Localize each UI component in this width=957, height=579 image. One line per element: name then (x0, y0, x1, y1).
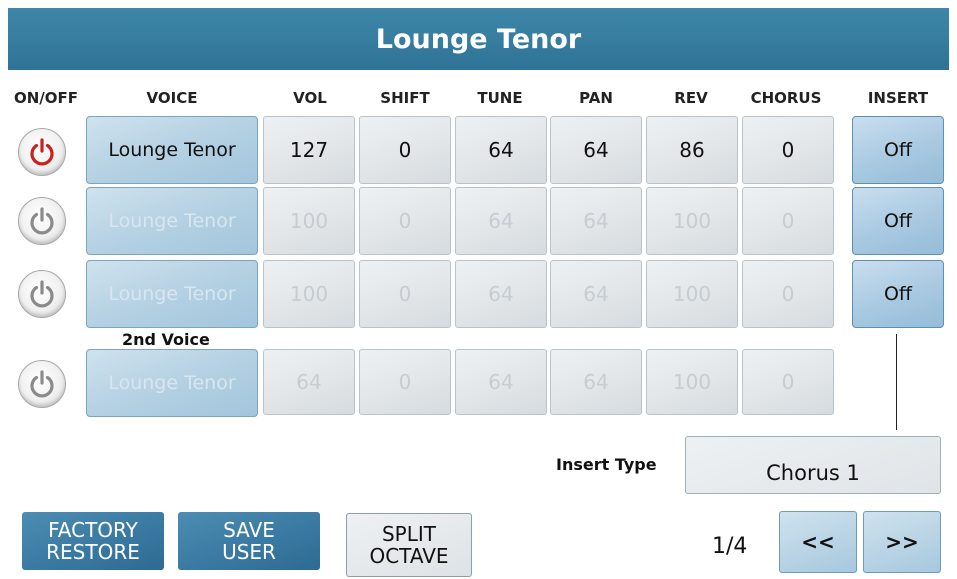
power-icon (30, 370, 54, 398)
save-user-line-1: SAVE (223, 518, 275, 542)
voice-button[interactable]: Lounge Tenor (86, 187, 258, 255)
tune-cell[interactable]: 64 (455, 349, 547, 415)
power-button-off[interactable] (18, 270, 66, 318)
chorus-cell[interactable]: 0 (742, 187, 834, 255)
header-shift: SHIFT (380, 89, 430, 107)
rev-cell[interactable]: 100 (646, 349, 738, 415)
shift-cell[interactable]: 0 (359, 349, 451, 415)
header-tune: TUNE (477, 89, 523, 107)
next-page-button[interactable]: >> (863, 511, 941, 573)
pan-cell[interactable]: 64 (550, 260, 642, 328)
power-button-off[interactable] (18, 197, 66, 245)
chorus-cell[interactable]: 0 (742, 260, 834, 328)
split-octave-line-2: OCTAVE (369, 544, 449, 568)
title-bar: Lounge Tenor (8, 8, 949, 70)
divider-line (896, 334, 897, 430)
power-icon (30, 280, 54, 308)
tune-cell[interactable]: 64 (455, 116, 547, 184)
rev-cell[interactable]: 100 (646, 187, 738, 255)
power-button-off[interactable] (18, 360, 66, 408)
header-chorus: CHORUS (750, 89, 822, 107)
insert-type-selector[interactable]: Chorus 1 (685, 436, 941, 494)
power-icon (30, 138, 54, 166)
save-user-button[interactable]: SAVE USER (178, 512, 320, 570)
second-voice-label: 2nd Voice (122, 330, 210, 349)
voice-button[interactable]: Lounge Tenor (86, 260, 258, 328)
header-pan: PAN (579, 89, 613, 107)
voice-button[interactable]: Lounge Tenor (86, 116, 258, 184)
power-icon (30, 207, 54, 235)
split-octave-button[interactable]: SPLIT OCTAVE (346, 513, 472, 577)
factory-restore-line-1: FACTORY (48, 518, 138, 542)
insert-type-label: Insert Type (556, 455, 657, 474)
header-rev: REV (674, 89, 708, 107)
factory-restore-button[interactable]: FACTORY RESTORE (22, 512, 164, 570)
insert-button[interactable]: Off (852, 116, 944, 184)
tune-cell[interactable]: 64 (455, 260, 547, 328)
header-voice: VOICE (146, 89, 198, 107)
vol-cell[interactable]: 64 (263, 349, 355, 415)
chorus-cell[interactable]: 0 (742, 349, 834, 415)
insert-button[interactable]: Off (852, 260, 944, 328)
pan-cell[interactable]: 64 (550, 187, 642, 255)
shift-cell[interactable]: 0 (359, 116, 451, 184)
rev-cell[interactable]: 100 (646, 260, 738, 328)
header-insert: INSERT (867, 89, 929, 107)
vol-cell[interactable]: 100 (263, 187, 355, 255)
pan-cell[interactable]: 64 (550, 349, 642, 415)
chorus-cell[interactable]: 0 (742, 116, 834, 184)
split-octave-line-1: SPLIT (381, 522, 436, 546)
factory-restore-line-2: RESTORE (46, 540, 140, 564)
prev-page-button[interactable]: << (779, 511, 857, 573)
header-onoff: ON/OFF (13, 89, 79, 107)
insert-type-value: Chorus 1 (766, 461, 860, 485)
shift-cell[interactable]: 0 (359, 260, 451, 328)
power-button-on[interactable] (18, 128, 66, 176)
page-indicator: 1/4 (712, 534, 748, 559)
save-user-line-2: USER (222, 540, 276, 564)
voice-button[interactable]: Lounge Tenor (86, 349, 258, 417)
shift-cell[interactable]: 0 (359, 187, 451, 255)
header-vol: VOL (293, 89, 327, 107)
tune-cell[interactable]: 64 (455, 187, 547, 255)
vol-cell[interactable]: 100 (263, 260, 355, 328)
rev-cell[interactable]: 86 (646, 116, 738, 184)
vol-cell[interactable]: 127 (263, 116, 355, 184)
pan-cell[interactable]: 64 (550, 116, 642, 184)
insert-button[interactable]: Off (852, 187, 944, 255)
page-title: Lounge Tenor (375, 23, 582, 55)
